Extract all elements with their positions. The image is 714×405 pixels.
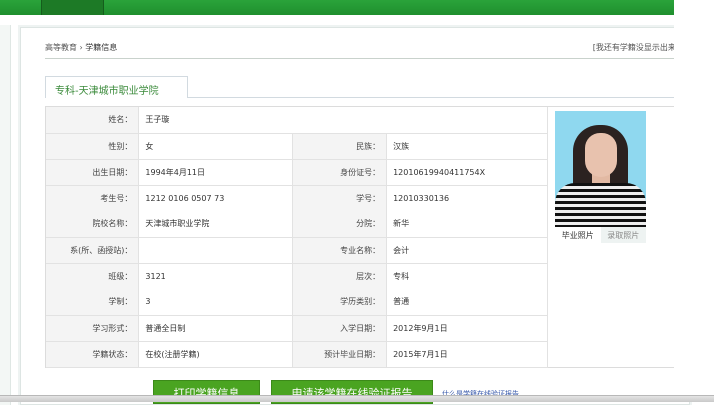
- field-value: [138, 237, 294, 264]
- field-label: 民族：: [292, 133, 388, 160]
- content-card: 高等教育 › 学籍信息 [我还有学籍没显示出来] 专科-天津城市职业学院 姓名：…: [20, 27, 690, 405]
- table-row: 出生日期： 1994年4月11日 身份证号： 12010619940411754X: [46, 159, 548, 186]
- field-value: 天津城市职业学院: [138, 211, 294, 238]
- student-info-table: 姓名： 王子璇 性别：女民族： 汉族 出生日期： 1994年4月11日 身份证号： 12010…: [46, 107, 548, 368]
- field-label: 专业名称：: [292, 237, 388, 264]
- table-row: 考生号： 1212 0106 0507 73 学号： 12010330136: [46, 185, 548, 211]
- student-photo: [555, 111, 646, 227]
- field-value: 1212 0106 0507 73: [138, 185, 294, 211]
- table-row: 姓名： 王子璇: [46, 107, 548, 134]
- field-label: 性别：: [46, 133, 140, 160]
- field-value: 普通: [386, 289, 548, 316]
- breadcrumb-home[interactable]: 高等教育: [45, 43, 77, 52]
- field-value: 12010330136: [386, 185, 548, 211]
- field-label: 预计毕业日期：: [292, 341, 388, 368]
- field-value: 在校(注册学籍): [138, 341, 294, 368]
- tab-graduation-photo[interactable]: 毕业照片: [555, 227, 601, 243]
- main-panel: 高等教育 › 学籍信息 [我还有学籍没显示出来] 专科-天津城市职业学院 姓名：…: [18, 25, 692, 405]
- horizontal-scrollbar[interactable]: [0, 395, 714, 402]
- field-label: 层次：: [292, 263, 388, 289]
- field-value: 女: [138, 133, 294, 160]
- field-value: 1994年4月11日: [138, 159, 294, 186]
- field-label: 学历类别：: [292, 289, 388, 316]
- table-row: 班级： 3121 层次： 专科: [46, 263, 548, 289]
- field-label: 学号：: [292, 185, 388, 211]
- table-row: 性别：女民族： 汉族: [46, 133, 548, 160]
- tab-school-record[interactable]: 专科-天津城市职业学院: [45, 76, 188, 98]
- nav-item-active[interactable]: [41, 0, 104, 15]
- breadcrumb: 高等教育 › 学籍信息: [45, 42, 117, 53]
- field-value: 2012年9月1日: [386, 315, 548, 342]
- field-label: 学制：: [46, 289, 140, 316]
- photo-tabs: 毕业照片 录取照片: [555, 227, 646, 243]
- field-label: 姓名：: [46, 107, 140, 134]
- top-navigation-bar: [0, 0, 674, 15]
- field-value: 会计: [386, 237, 548, 264]
- table-row: 学习形式： 普通全日制 入学日期： 2012年9月1日: [46, 315, 548, 342]
- missing-record-link[interactable]: [我还有学籍没显示出来]: [593, 42, 679, 53]
- field-value: 3121: [138, 263, 294, 289]
- field-value: 新华: [386, 211, 548, 238]
- field-value: 王子璇: [138, 107, 548, 134]
- breadcrumb-separator: ›: [79, 43, 83, 52]
- left-panel: [0, 25, 11, 405]
- field-label: 系(所、函授站)：: [46, 237, 140, 264]
- field-label: 考生号：: [46, 185, 140, 211]
- breadcrumb-current: 学籍信息: [85, 43, 118, 52]
- divider: [45, 58, 679, 59]
- table-row: 学籍状态： 在校(注册学籍) 预计毕业日期： 2015年7月1日: [46, 341, 548, 368]
- field-label: 学籍状态：: [46, 341, 140, 368]
- field-label: 分院：: [292, 211, 388, 238]
- field-value: 2015年7月1日: [386, 341, 548, 368]
- record-box: 姓名： 王子璇 性别：女民族： 汉族 出生日期： 1994年4月11日 身份证号： 12010…: [45, 106, 679, 368]
- field-value: 汉族: [386, 133, 548, 160]
- table-row: 系(所、函授站)： 专业名称： 会计: [46, 237, 548, 264]
- table-row: 院校名称： 天津城市职业学院 分院： 新华: [46, 211, 548, 238]
- field-label: 身份证号：: [292, 159, 388, 186]
- field-label: 出生日期：: [46, 159, 140, 186]
- field-value: 12010619940411754X: [386, 159, 548, 186]
- field-label: 院校名称：: [46, 211, 140, 238]
- field-value: 3: [138, 289, 294, 316]
- field-label: 学习形式：: [46, 315, 140, 342]
- table-row: 学制： 3 学历类别： 普通: [46, 289, 548, 316]
- field-value: 专科: [386, 263, 548, 289]
- field-label: 入学日期：: [292, 315, 388, 342]
- field-value: 普通全日制: [138, 315, 294, 342]
- field-label: 班级：: [46, 263, 140, 289]
- tab-admission-photo[interactable]: 录取照片: [600, 227, 646, 243]
- page-margin: [674, 0, 714, 402]
